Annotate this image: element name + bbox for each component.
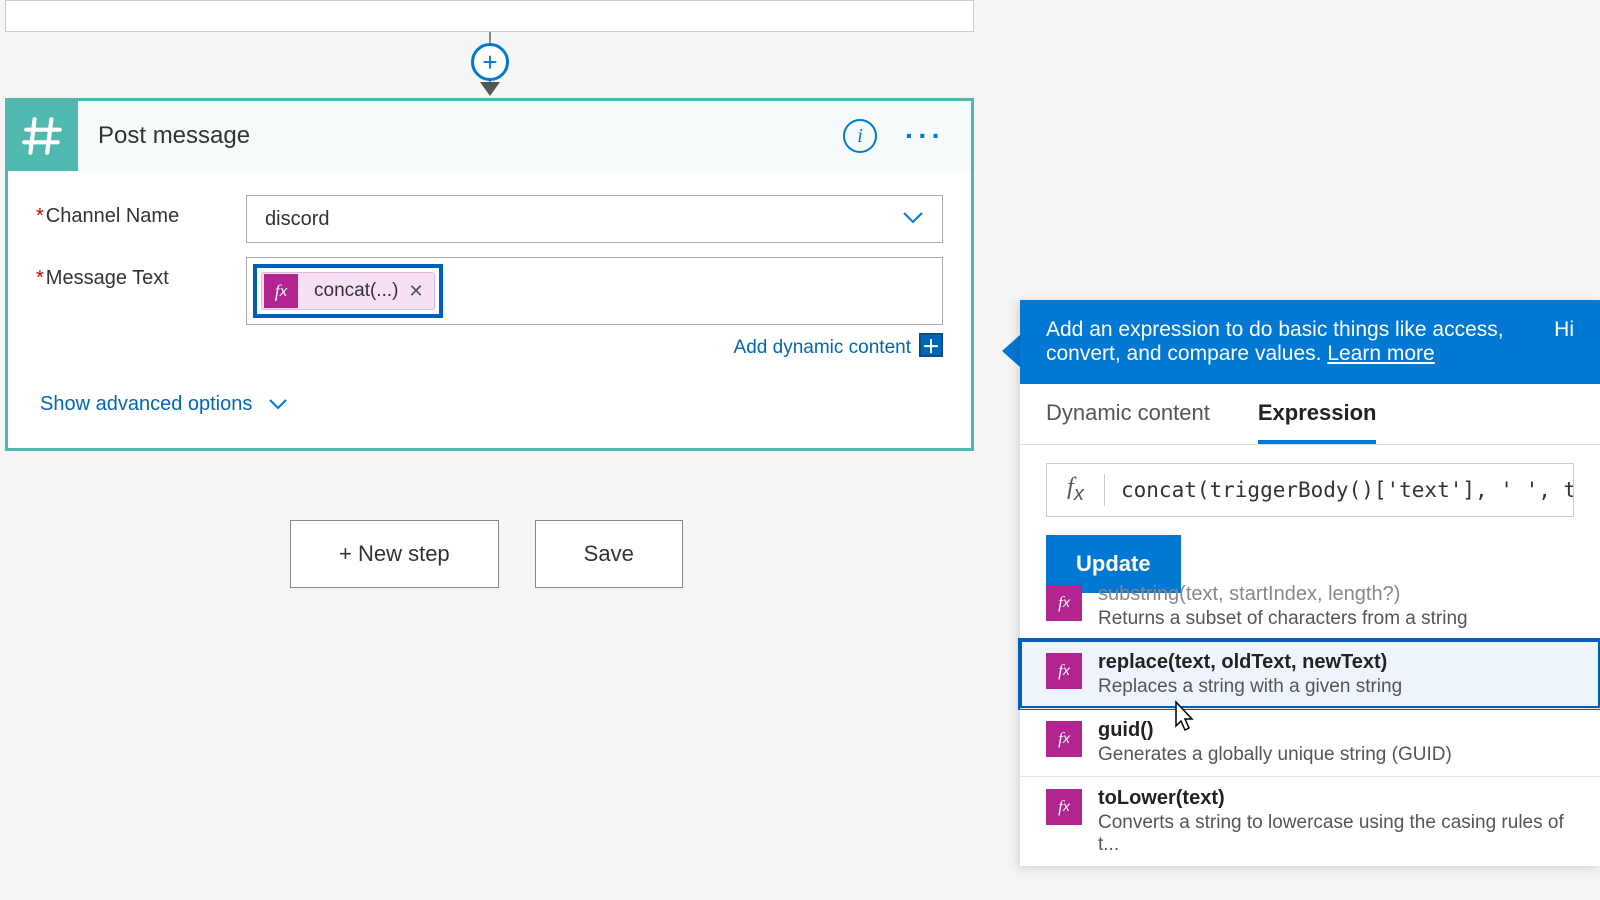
fx-icon: fx	[1046, 789, 1082, 825]
tab-dynamic-content[interactable]: Dynamic content	[1046, 400, 1210, 444]
expression-token[interactable]: fx concat(...) ✕	[261, 272, 435, 310]
add-dynamic-content-link[interactable]: Add dynamic content＋	[246, 333, 943, 359]
channel-name-label: *Channel Name	[36, 195, 246, 228]
plus-icon: ＋	[919, 333, 943, 357]
panel-header: Add an expression to do basic things lik…	[1020, 300, 1600, 384]
fx-icon: fx	[1046, 653, 1082, 689]
token-remove-icon[interactable]: ✕	[408, 281, 423, 302]
hide-link[interactable]: Hi	[1554, 318, 1574, 366]
show-advanced-toggle[interactable]: Show advanced options	[36, 393, 943, 436]
learn-more-link[interactable]: Learn more	[1327, 342, 1434, 365]
function-signature: toLower(text)	[1098, 787, 1574, 810]
token-label: concat(...)	[300, 280, 408, 302]
save-button[interactable]: Save	[535, 520, 683, 588]
expression-text: concat(triggerBody()['text'], ' ', trigg	[1105, 478, 1573, 502]
channel-name-select[interactable]: discord	[246, 195, 943, 243]
function-signature: guid()	[1098, 719, 1452, 742]
expression-panel: Add an expression to do basic things lik…	[1020, 300, 1600, 866]
function-item[interactable]: fx guid()Generates a globally unique stri…	[1020, 708, 1600, 776]
function-signature: replace(text, oldText, newText)	[1098, 651, 1402, 674]
function-signature: substring(text, startIndex, length?)	[1098, 583, 1468, 606]
expression-input[interactable]: fx concat(triggerBody()['text'], ' ', tr…	[1046, 463, 1574, 517]
card-header[interactable]: Post message i ···	[8, 101, 971, 171]
function-item[interactable]: fx toLower(text)Converts a string to lowe…	[1020, 776, 1600, 866]
post-message-card: Post message i ··· *Channel Name discord…	[5, 98, 974, 451]
new-step-button[interactable]: + New step	[290, 520, 499, 588]
insert-step-button[interactable]: +	[471, 43, 509, 81]
function-item[interactable]: fx substring(text, startIndex, length?)Re…	[1020, 583, 1600, 640]
function-description: Converts a string to lowercase using the…	[1098, 812, 1574, 856]
function-list: fxsubstring(text, startIndex, length?)Re…	[1020, 583, 1600, 866]
fx-icon: fx	[1046, 585, 1082, 621]
card-title: Post message	[78, 122, 843, 150]
fx-icon: fx	[264, 274, 298, 308]
tab-expression[interactable]: Expression	[1258, 400, 1377, 444]
panel-tabs: Dynamic content Expression	[1020, 384, 1600, 445]
info-icon[interactable]: i	[843, 119, 877, 153]
chevron-down-icon	[902, 208, 924, 231]
previous-step-card[interactable]	[5, 0, 974, 32]
function-description: Generates a globally unique string (GUID…	[1098, 744, 1452, 766]
message-text-label: *Message Text	[36, 257, 246, 290]
highlight-box: fx concat(...) ✕	[253, 264, 443, 318]
slack-icon	[8, 101, 78, 171]
chevron-down-icon	[268, 393, 288, 415]
fx-icon: fx	[1047, 474, 1105, 506]
function-description: Replaces a string with a given string	[1098, 676, 1402, 698]
function-description: Returns a subset of characters from a st…	[1098, 608, 1468, 630]
message-text-input[interactable]: fx concat(...) ✕	[246, 257, 943, 325]
callout-arrow-icon	[1002, 335, 1020, 367]
channel-name-value: discord	[265, 208, 329, 231]
function-item[interactable]: fx replace(text, oldText, newText)Replace…	[1020, 640, 1600, 708]
more-icon[interactable]: ···	[905, 122, 945, 150]
arrow-down-icon	[480, 82, 500, 96]
fx-icon: fx	[1046, 721, 1082, 757]
